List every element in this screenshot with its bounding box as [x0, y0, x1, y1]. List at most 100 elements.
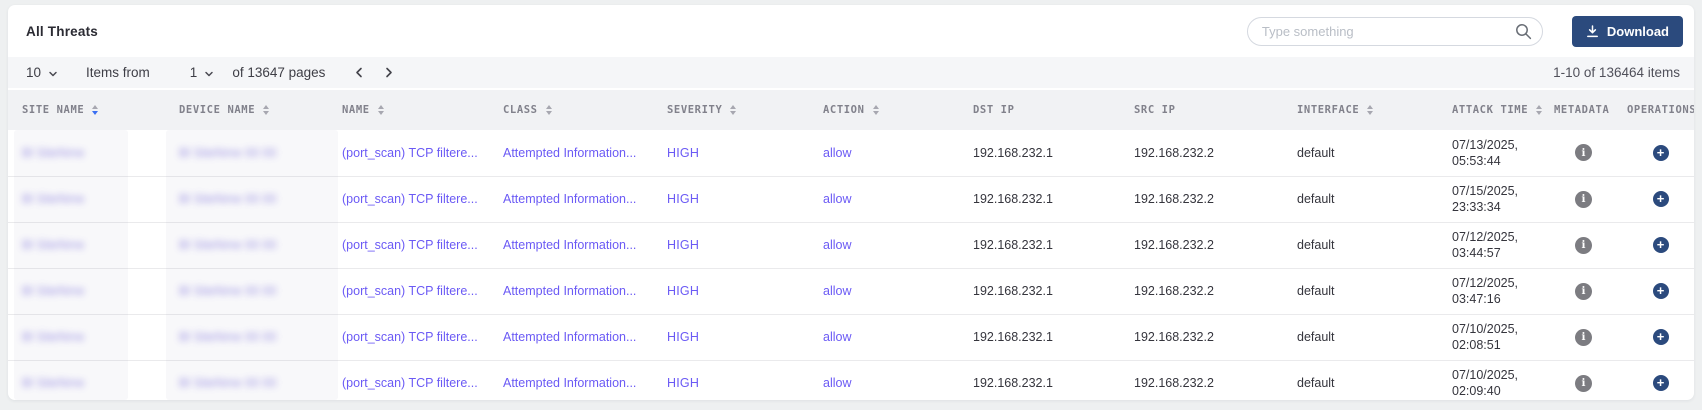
site-name-blurred-text: Bl SiteNme [22, 330, 85, 344]
column-header-attack-time[interactable]: ATTACK TIME [1438, 90, 1540, 130]
column-label-interface: INTERFACE [1297, 104, 1359, 116]
threat-name-link[interactable]: (port_scan) TCP filtere... [342, 330, 478, 344]
column-header-action[interactable]: ACTION [809, 90, 959, 130]
threats-table: SITE NAME DEVICE NAME NAME CLASS SEVERITY ACT… [8, 90, 1694, 400]
info-circle-icon[interactable]: i [1575, 144, 1592, 161]
action-cell: allow [809, 130, 959, 176]
threat-name-link[interactable]: (port_scan) TCP filtere... [342, 146, 478, 160]
items-from-label: Items from [86, 65, 150, 80]
column-label-src-ip: SRC IP [1134, 104, 1176, 116]
src-ip-cell: 192.168.232.2 [1120, 268, 1283, 314]
column-label-attack-time: ATTACK TIME [1452, 104, 1528, 116]
info-circle-icon[interactable]: i [1575, 283, 1592, 300]
name-cell: (port_scan) TCP filtere... [328, 176, 489, 222]
column-header-device-name[interactable]: DEVICE NAME [165, 90, 328, 130]
interface-cell: default [1283, 314, 1438, 360]
column-label-metadata: METADATA [1554, 104, 1609, 116]
interface-cell: default [1283, 360, 1438, 400]
action-value: allow [823, 238, 852, 252]
search-input[interactable] [1247, 17, 1543, 46]
column-header-class[interactable]: CLASS [489, 90, 653, 130]
sort-arrows-icon [92, 105, 98, 115]
prev-page-button[interactable] [351, 64, 367, 81]
threat-name-link[interactable]: (port_scan) TCP filtere... [342, 376, 478, 390]
severity-badge: HIGH [667, 330, 699, 344]
page-size-select[interactable]: 10 [26, 65, 58, 80]
severity-cell: HIGH [653, 268, 809, 314]
name-cell: (port_scan) TCP filtere... [328, 360, 489, 400]
site-name-cell: Bl SiteNme [8, 314, 165, 360]
threat-name-link[interactable]: (port_scan) TCP filtere... [342, 238, 478, 252]
action-cell: allow [809, 176, 959, 222]
class-cell: Attempted Information... [489, 360, 653, 400]
search-icon[interactable] [1515, 23, 1532, 40]
plus-circle-icon[interactable]: + [1653, 191, 1669, 207]
operations-cell: + [1613, 130, 1694, 176]
metadata-cell: i [1540, 314, 1613, 360]
table-row: Bl SiteNmeBl SiteNme 00 00(port_scan) TC… [8, 360, 1694, 400]
column-header-severity[interactable]: SEVERITY [653, 90, 809, 130]
plus-circle-icon[interactable]: + [1653, 329, 1669, 345]
operations-cell: + [1613, 314, 1694, 360]
threat-class-link[interactable]: Attempted Information... [503, 330, 636, 344]
column-label-class: CLASS [503, 104, 538, 116]
dst-ip-cell: 192.168.232.1 [959, 130, 1120, 176]
page-size-value: 10 [26, 65, 41, 80]
column-label-action: ACTION [823, 104, 865, 116]
site-name-blurred-text: Bl SiteNme [22, 238, 85, 252]
threat-class-link[interactable]: Attempted Information... [503, 284, 636, 298]
threat-class-link[interactable]: Attempted Information... [503, 376, 636, 390]
severity-badge: HIGH [667, 192, 699, 206]
attack-time-cell: 07/10/2025, 02:08:51 [1438, 314, 1540, 360]
threat-class-link[interactable]: Attempted Information... [503, 238, 636, 252]
device-name-blurred-text: Bl SiteNme 00 00 [179, 376, 276, 390]
page-title: All Threats [26, 24, 98, 39]
metadata-cell: i [1540, 130, 1613, 176]
src-ip-cell: 192.168.232.2 [1120, 130, 1283, 176]
action-cell: allow [809, 268, 959, 314]
table-row: Bl SiteNmeBl SiteNme 00 00(port_scan) TC… [8, 314, 1694, 360]
column-label-severity: SEVERITY [667, 104, 722, 116]
action-value: allow [823, 284, 852, 298]
dst-ip-cell: 192.168.232.1 [959, 268, 1120, 314]
download-button[interactable]: Download [1572, 16, 1683, 47]
site-name-blurred-text: Bl SiteNme [22, 146, 85, 160]
action-value: allow [823, 330, 852, 344]
threat-name-link[interactable]: (port_scan) TCP filtere... [342, 192, 478, 206]
column-header-name[interactable]: NAME [328, 90, 489, 130]
sort-arrows-icon [1536, 105, 1542, 115]
plus-circle-icon[interactable]: + [1653, 145, 1669, 161]
plus-circle-icon[interactable]: + [1653, 237, 1669, 253]
column-label-device-name: DEVICE NAME [179, 104, 255, 116]
column-header-interface[interactable]: INTERFACE [1283, 90, 1438, 130]
class-cell: Attempted Information... [489, 268, 653, 314]
sort-arrows-icon [1367, 105, 1373, 115]
next-page-button[interactable] [381, 64, 397, 81]
plus-circle-icon[interactable]: + [1653, 283, 1669, 299]
sort-arrows-icon [730, 105, 736, 115]
column-header-src-ip: SRC IP [1120, 90, 1283, 130]
info-circle-icon[interactable]: i [1575, 375, 1592, 392]
severity-cell: HIGH [653, 360, 809, 400]
column-header-site-name[interactable]: SITE NAME [8, 90, 165, 130]
metadata-cell: i [1540, 222, 1613, 268]
page-number-select[interactable]: 1 [190, 65, 215, 80]
info-circle-icon[interactable]: i [1575, 329, 1592, 346]
action-cell: allow [809, 360, 959, 400]
threat-class-link[interactable]: Attempted Information... [503, 146, 636, 160]
sort-arrows-icon [873, 105, 879, 115]
threat-class-link[interactable]: Attempted Information... [503, 192, 636, 206]
info-circle-icon[interactable]: i [1575, 237, 1592, 254]
severity-badge: HIGH [667, 376, 699, 390]
attack-time-cell: 07/12/2025, 03:47:16 [1438, 268, 1540, 314]
interface-cell: default [1283, 176, 1438, 222]
threat-name-link[interactable]: (port_scan) TCP filtere... [342, 284, 478, 298]
site-name-cell: Bl SiteNme [8, 268, 165, 314]
pages-count-label: of 13647 pages [232, 65, 325, 80]
plus-circle-icon[interactable]: + [1653, 375, 1669, 391]
table-row: Bl SiteNmeBl SiteNme 00 00(port_scan) TC… [8, 222, 1694, 268]
pagination-bar: 10 Items from 1 of 13647 pages [8, 57, 1694, 88]
chevron-right-icon [383, 66, 395, 79]
info-circle-icon[interactable]: i [1575, 191, 1592, 208]
src-ip-cell: 192.168.232.2 [1120, 222, 1283, 268]
